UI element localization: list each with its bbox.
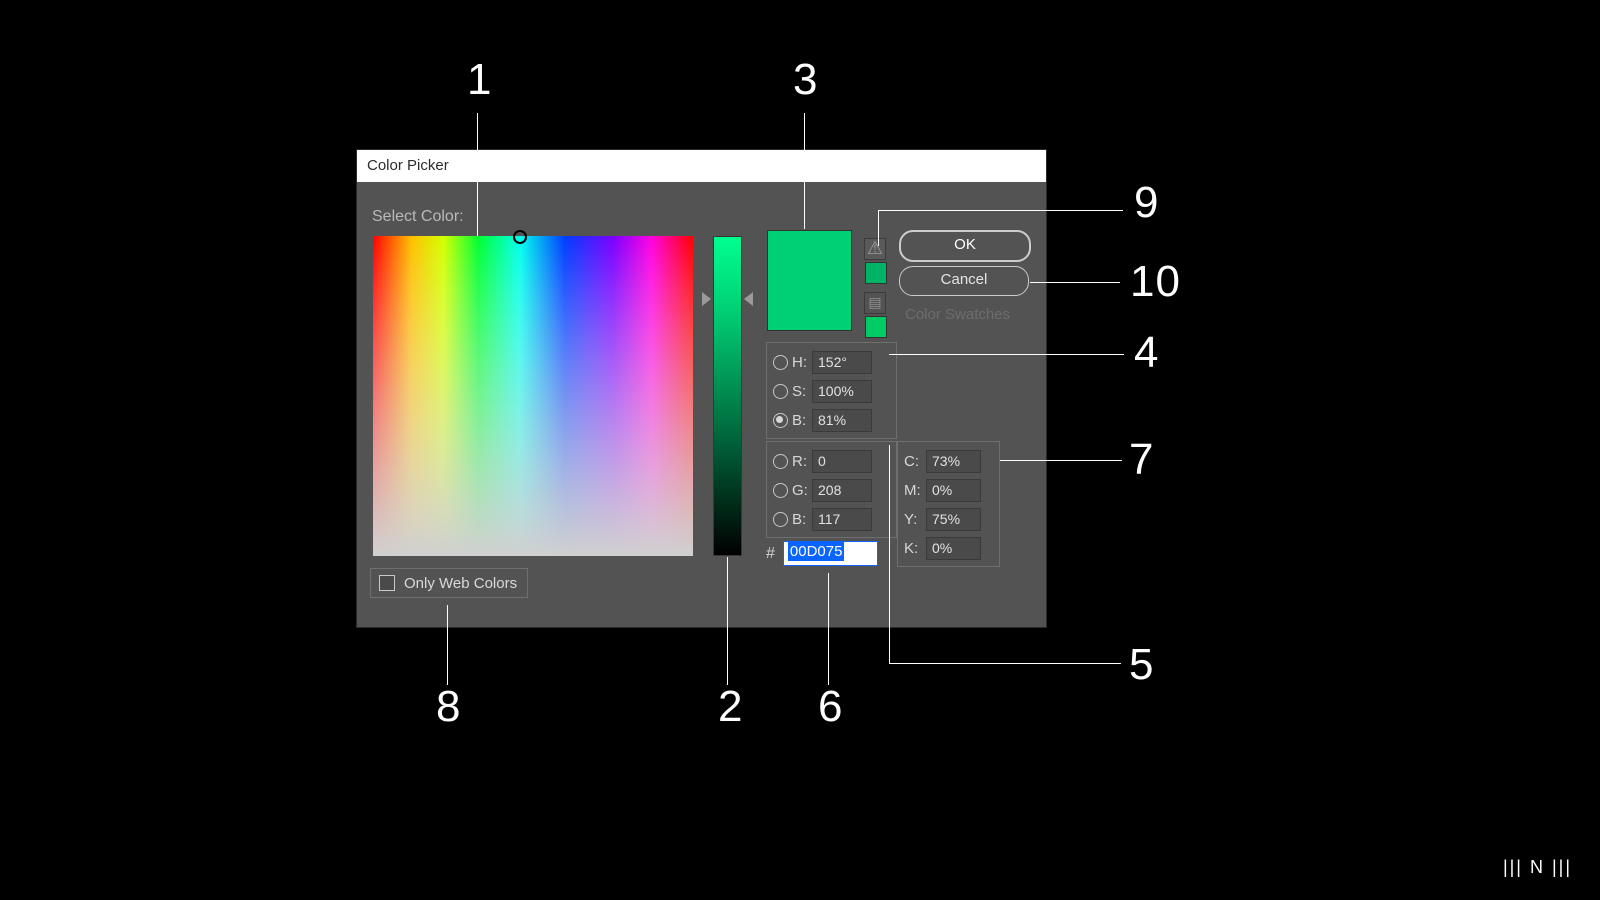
ok-button[interactable]: OK — [899, 230, 1031, 262]
k-label: K: — [904, 540, 926, 557]
hex-input[interactable]: 00D075 — [783, 541, 878, 566]
r-input[interactable]: 0 — [812, 450, 872, 473]
leader-5v — [889, 445, 890, 664]
out-of-gamut-warning-icon[interactable]: ⚠ — [864, 238, 886, 260]
radio-s[interactable] — [773, 384, 788, 399]
callout-3: 3 — [793, 55, 818, 105]
radio-b2[interactable] — [773, 512, 788, 527]
color-field[interactable] — [373, 236, 693, 556]
radio-g[interactable] — [773, 483, 788, 498]
select-color-label: Select Color: — [372, 208, 464, 226]
m-input[interactable]: 0% — [926, 479, 981, 502]
diagram-stage: Color Picker Select Color: — [0, 0, 1600, 900]
s-input[interactable]: 100% — [812, 380, 872, 403]
leader-4 — [889, 354, 1124, 355]
websafe-swatch[interactable] — [865, 316, 887, 338]
leader-2 — [727, 557, 728, 685]
c-label: C: — [904, 453, 926, 470]
leader-5h — [889, 663, 1121, 664]
color-swatches-button[interactable]: Color Swatches — [905, 306, 1010, 323]
callout-6: 6 — [818, 682, 843, 732]
b2-input[interactable]: 117 — [812, 508, 872, 531]
brand-logo: ||| N ||| — [1503, 857, 1572, 878]
leader-9h — [878, 210, 1123, 211]
leader-9v — [878, 210, 879, 246]
g-input[interactable]: 208 — [812, 479, 872, 502]
leader-10 — [1030, 282, 1120, 283]
checkbox-icon[interactable] — [379, 575, 395, 591]
previous-color-swatch[interactable] — [768, 281, 851, 331]
callout-9: 9 — [1134, 178, 1159, 228]
b-label: B: — [792, 412, 812, 429]
leader-3 — [804, 113, 805, 229]
callout-5: 5 — [1129, 640, 1154, 690]
new-previous-color — [767, 230, 852, 331]
c-input[interactable]: 73% — [926, 450, 981, 473]
cmyk-group: C:73% M:0% Y:75% K:0% — [897, 441, 1000, 567]
hsb-group: H:152° S:100% B:81% — [766, 342, 897, 439]
r-label: R: — [792, 453, 812, 470]
cancel-button[interactable]: Cancel — [899, 266, 1029, 296]
new-color-swatch[interactable] — [768, 231, 851, 281]
radio-b[interactable] — [773, 413, 788, 428]
leader-8 — [447, 605, 448, 685]
slider-pointer-left-icon[interactable] — [702, 292, 711, 306]
only-web-colors-checkbox[interactable]: Only Web Colors — [370, 568, 528, 598]
brightness-slider[interactable] — [713, 236, 742, 556]
color-field-cursor[interactable] — [513, 230, 527, 244]
rgb-group: R:0 G:208 B:117 — [766, 441, 897, 538]
callout-1: 1 — [467, 55, 492, 105]
dialog-title: Color Picker — [357, 150, 1046, 182]
hex-row: # 00D075 — [766, 541, 878, 566]
h-label: H: — [792, 354, 812, 371]
hash-icon: # — [766, 545, 775, 563]
cube-3d-icon[interactable]: ▤ — [864, 292, 886, 314]
y-label: Y: — [904, 511, 926, 528]
h-input[interactable]: 152° — [812, 351, 872, 374]
callout-7: 7 — [1129, 435, 1154, 485]
m-label: M: — [904, 482, 926, 499]
only-web-colors-label: Only Web Colors — [404, 575, 517, 592]
callout-8: 8 — [436, 682, 461, 732]
gamut-corrected-swatch[interactable] — [865, 262, 887, 284]
callout-4: 4 — [1134, 328, 1159, 378]
color-picker-dialog: Color Picker Select Color: — [357, 150, 1046, 627]
radio-r[interactable] — [773, 454, 788, 469]
leader-6 — [828, 573, 829, 685]
leader-7 — [1000, 460, 1122, 461]
g-label: G: — [792, 482, 812, 499]
b-input[interactable]: 81% — [812, 409, 872, 432]
slider-pointer-right-icon[interactable] — [744, 292, 753, 306]
leader-1 — [477, 113, 478, 236]
k-input[interactable]: 0% — [926, 537, 981, 560]
s-label: S: — [792, 383, 812, 400]
callout-10: 10 — [1130, 257, 1181, 307]
y-input[interactable]: 75% — [926, 508, 981, 531]
callout-2: 2 — [718, 682, 743, 732]
radio-h[interactable] — [773, 355, 788, 370]
b2-label: B: — [792, 511, 812, 528]
